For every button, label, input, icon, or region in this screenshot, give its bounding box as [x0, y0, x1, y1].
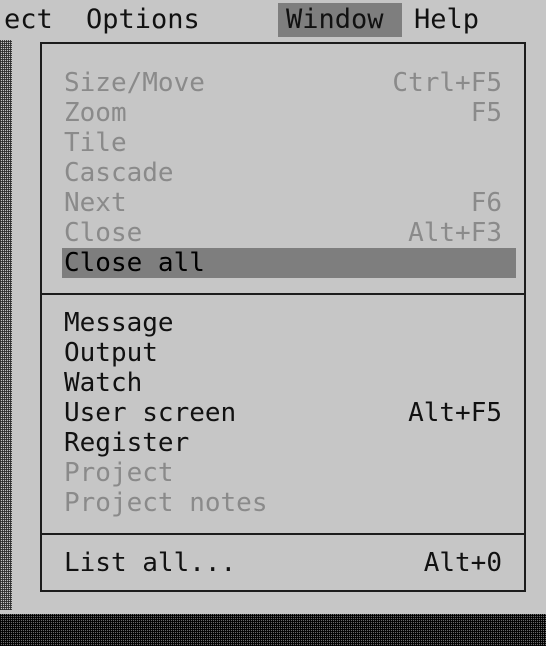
menu-item-label: List all... — [64, 548, 237, 578]
menu-item-label: User screen — [64, 398, 237, 428]
menu-item-tile[interactable]: Tile — [64, 128, 502, 158]
menu-bar: ect Options Window Help — [0, 0, 546, 40]
menu-window[interactable]: Window — [278, 3, 402, 37]
menu-item-label: Tile — [64, 128, 127, 158]
menu-item-label: Register — [64, 428, 190, 458]
menu-bottom-edge — [0, 610, 546, 614]
menu-item-size-move[interactable]: Size/Move Ctrl+F5 — [64, 68, 502, 98]
menu-item-project-notes[interactable]: Project notes — [64, 488, 502, 518]
menu-project-partial[interactable]: ect — [4, 0, 53, 40]
menu-shadow — [0, 610, 546, 646]
menu-item-list-all[interactable]: List all... Alt+0 — [64, 548, 502, 578]
menu-item-output[interactable]: Output — [64, 338, 502, 368]
desktop-background — [0, 40, 12, 646]
menu-item-label: Close — [64, 218, 143, 248]
menu-item-label: Watch — [64, 368, 143, 398]
menu-item-label: Next — [64, 188, 127, 218]
menu-item-label: Message — [64, 308, 174, 338]
menu-item-label: Project — [64, 458, 174, 488]
menu-item-shortcut: F5 — [470, 98, 502, 128]
menu-item-zoom[interactable]: Zoom F5 — [64, 98, 502, 128]
menu-item-shortcut: F6 — [470, 188, 502, 218]
menu-item-cascade[interactable]: Cascade — [64, 158, 502, 188]
menu-options[interactable]: Options — [86, 0, 200, 40]
menu-item-shortcut: Ctrl+F5 — [392, 68, 502, 98]
screen: ect Options Window Help Size/Move Ctrl+F… — [0, 0, 546, 646]
menu-item-next[interactable]: Next F6 — [64, 188, 502, 218]
menu-item-label: Project notes — [64, 488, 268, 518]
menu-item-message[interactable]: Message — [64, 308, 502, 338]
menu-item-shortcut: Alt+F3 — [408, 218, 502, 248]
menu-item-label: Cascade — [64, 158, 174, 188]
menu-item-label: Close all — [64, 248, 205, 278]
menu-item-label: Zoom — [64, 98, 127, 128]
menu-item-close[interactable]: Close Alt+F3 — [64, 218, 502, 248]
menu-item-register[interactable]: Register — [64, 428, 502, 458]
menu-help[interactable]: Help — [414, 0, 479, 40]
menu-item-project[interactable]: Project — [64, 458, 502, 488]
menu-item-close-all[interactable]: Close all — [62, 248, 516, 278]
menu-separator — [42, 533, 524, 535]
menu-item-user-screen[interactable]: User screen Alt+F5 — [64, 398, 502, 428]
menu-item-label: Output — [64, 338, 158, 368]
menu-item-watch[interactable]: Watch — [64, 368, 502, 398]
window-menu-frame: Size/Move Ctrl+F5 Zoom F5 Tile Cascade N… — [40, 42, 526, 592]
window-menu-dropdown: Size/Move Ctrl+F5 Zoom F5 Tile Cascade N… — [12, 40, 546, 610]
menu-item-shortcut: Alt+F5 — [408, 398, 502, 428]
menu-item-label: Size/Move — [64, 68, 205, 98]
menu-item-shortcut: Alt+0 — [423, 548, 502, 578]
menu-separator — [42, 293, 524, 295]
